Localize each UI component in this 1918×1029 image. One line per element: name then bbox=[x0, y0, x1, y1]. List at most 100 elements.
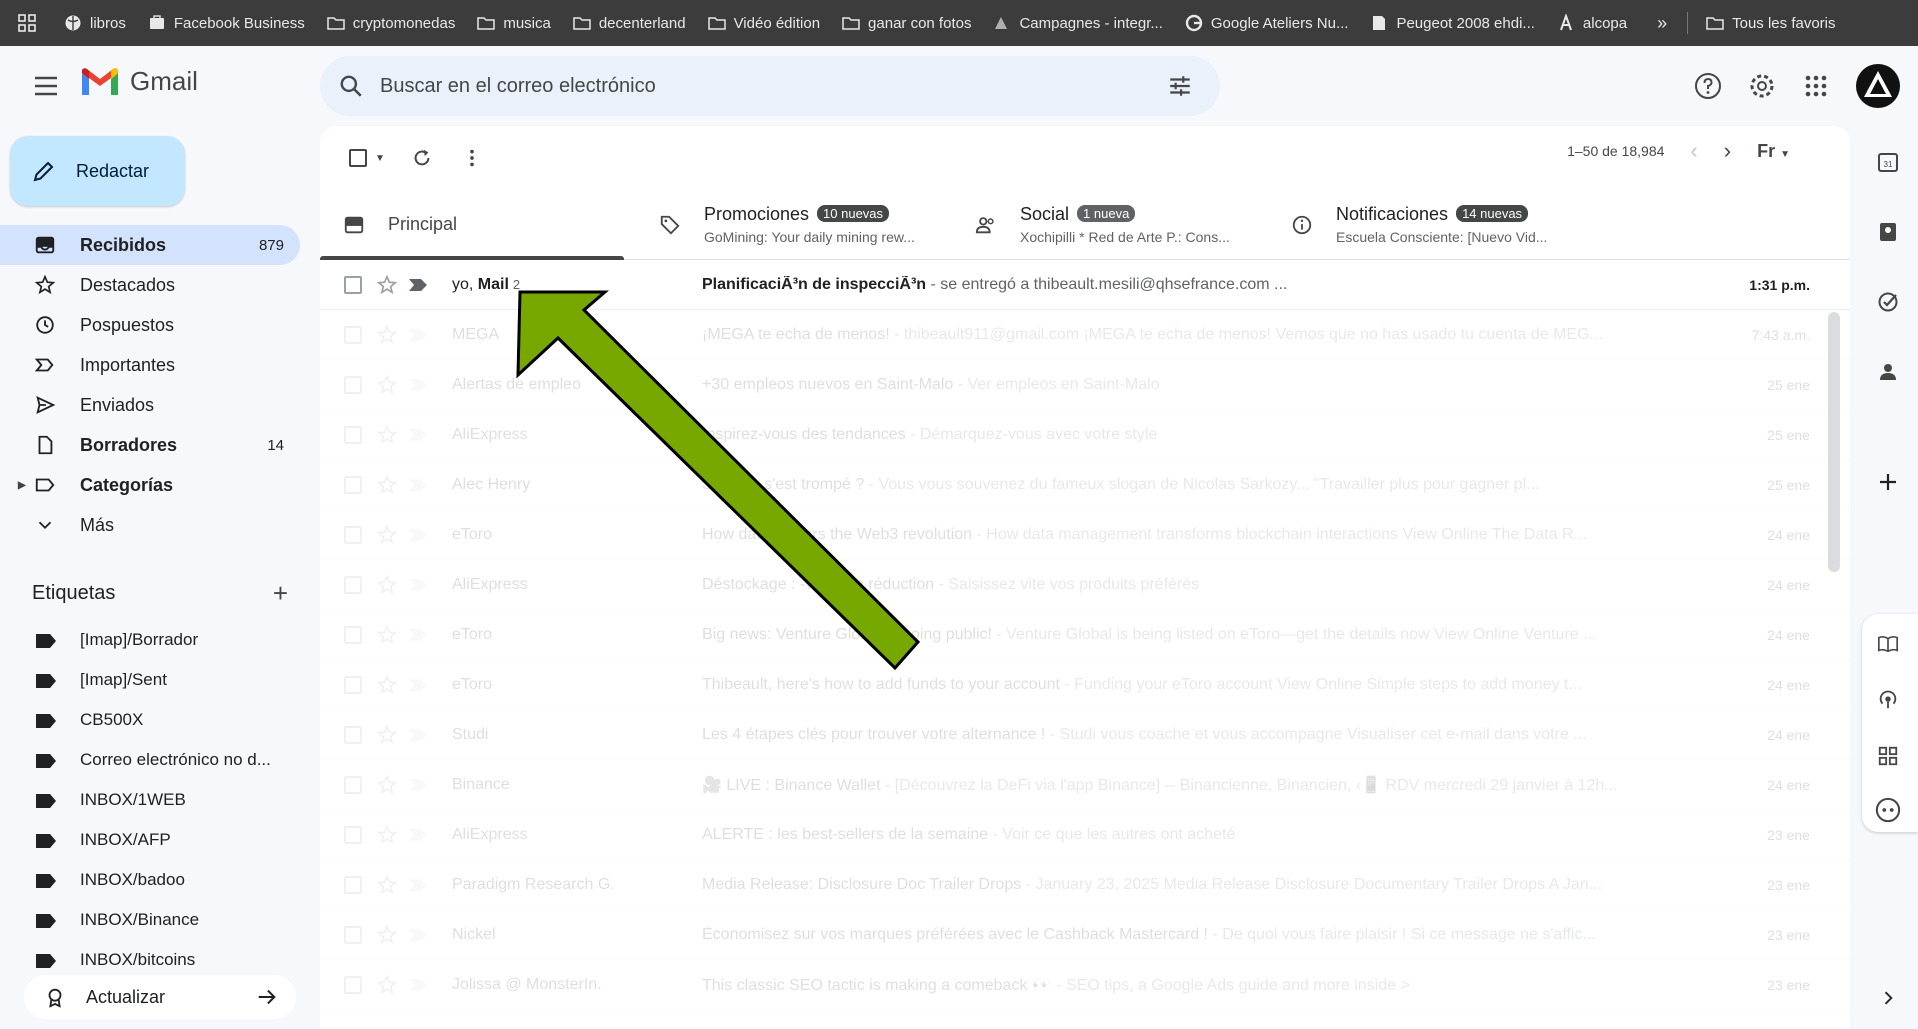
more-vert-icon[interactable] bbox=[452, 138, 492, 178]
bookmark-2[interactable]: cryptomonedas bbox=[327, 14, 455, 32]
google-apps-icon[interactable] bbox=[1800, 70, 1832, 102]
expand-caret-icon[interactable]: ▶ bbox=[18, 480, 26, 491]
label-item[interactable]: [Imap]/Sent bbox=[0, 660, 300, 700]
email-row[interactable]: Alertas de empleo +30 empleos nuevos en S… bbox=[320, 360, 1850, 410]
email-row[interactable]: Jolissa @ MonsterIn. This classic SEO tac… bbox=[320, 960, 1850, 1010]
tab-tag[interactable]: Promociones 10 nuevas GoMining: Your daily… bbox=[636, 190, 952, 259]
compose-button[interactable]: Redactar bbox=[10, 136, 185, 206]
label-item[interactable]: INBOX/bitcoins bbox=[0, 940, 300, 968]
book-icon[interactable] bbox=[1872, 628, 1904, 660]
bookmark-3[interactable]: musica bbox=[477, 14, 551, 32]
podcast-icon[interactable] bbox=[1872, 684, 1904, 716]
row-checkbox[interactable] bbox=[344, 425, 362, 444]
email-row[interactable]: Binance 🎥 LIVE : Binance Wallet - [Découv… bbox=[320, 760, 1850, 810]
row-checkbox[interactable] bbox=[344, 525, 362, 544]
tab-inbox[interactable]: Principal bbox=[320, 190, 636, 260]
row-checkbox[interactable] bbox=[344, 775, 362, 794]
email-row[interactable]: eToro Big news: Venture Global is going p… bbox=[320, 610, 1850, 660]
star-icon[interactable] bbox=[376, 774, 398, 796]
important-marker-icon[interactable] bbox=[408, 828, 428, 842]
bookmark-5[interactable]: Vidéo édition bbox=[707, 14, 820, 32]
email-row[interactable]: MEGA ¡MEGA te echa de menos! - thibeault9… bbox=[320, 310, 1850, 360]
bookmark-4[interactable]: decenterland bbox=[573, 14, 686, 32]
apps-grid-icon[interactable] bbox=[18, 14, 36, 32]
star-icon[interactable] bbox=[376, 724, 398, 746]
main-menu-button[interactable] bbox=[28, 74, 64, 98]
add-label-icon[interactable]: + bbox=[273, 578, 288, 609]
mail-list-scrollbar[interactable] bbox=[1828, 312, 1840, 572]
star-icon[interactable] bbox=[376, 424, 398, 446]
sidebar-item-1[interactable]: Destacados bbox=[0, 265, 300, 305]
email-row[interactable]: Paradigm Research G. Media Release: Discl… bbox=[320, 860, 1850, 910]
row-checkbox[interactable] bbox=[344, 975, 362, 994]
sidebar-item-2[interactable]: Pospuestos bbox=[0, 305, 300, 345]
star-icon[interactable] bbox=[376, 474, 398, 496]
settings-gear-icon[interactable] bbox=[1746, 70, 1778, 102]
star-icon[interactable] bbox=[376, 574, 398, 596]
row-checkbox[interactable] bbox=[344, 925, 362, 944]
label-item[interactable]: INBOX/Binance bbox=[0, 900, 300, 940]
sidebar-item-5[interactable]: Borradores 14 bbox=[0, 425, 300, 465]
gmail-logo[interactable]: Gmail bbox=[80, 66, 198, 97]
prev-page-icon[interactable]: ‹ bbox=[1690, 138, 1697, 164]
email-row[interactable]: AliExpress Inspirez-vous des tendances - … bbox=[320, 410, 1850, 460]
search-icon[interactable] bbox=[338, 73, 364, 99]
email-row[interactable]: yo, Mail 2 PlanificaciÃ³n de inspecciÃ³n -… bbox=[320, 260, 1850, 310]
sidebar-item-6[interactable]: ▶ Categorías bbox=[0, 465, 300, 505]
row-checkbox[interactable] bbox=[344, 375, 362, 394]
search-bar[interactable] bbox=[320, 56, 1220, 116]
tab-info[interactable]: Notificaciones 14 nuevas Escuela Conscient… bbox=[1268, 190, 1584, 259]
qr-code-icon[interactable] bbox=[1872, 740, 1904, 772]
row-checkbox[interactable] bbox=[344, 675, 362, 694]
important-marker-icon[interactable] bbox=[408, 378, 428, 392]
important-marker-icon[interactable] bbox=[408, 628, 428, 642]
important-marker-icon[interactable] bbox=[408, 278, 428, 292]
important-marker-icon[interactable] bbox=[408, 528, 428, 542]
row-checkbox[interactable] bbox=[344, 825, 362, 844]
bookmark-7[interactable]: Campagnes - integr... bbox=[993, 14, 1163, 32]
star-icon[interactable] bbox=[376, 624, 398, 646]
star-icon[interactable] bbox=[376, 874, 398, 896]
account-avatar[interactable] bbox=[1856, 64, 1900, 108]
assistant-face-icon[interactable] bbox=[1872, 794, 1904, 826]
row-checkbox[interactable] bbox=[344, 325, 362, 344]
label-item[interactable]: CB500X bbox=[0, 700, 300, 740]
email-row[interactable]: AliExpress ALERTE : les best-sellers de l… bbox=[320, 810, 1850, 860]
select-all-checkbox[interactable]: ▼ bbox=[342, 138, 392, 178]
bookmark-6[interactable]: ganar con fotos bbox=[842, 14, 971, 32]
input-tools-button[interactable]: Fr ▼ bbox=[1757, 141, 1790, 162]
row-checkbox[interactable] bbox=[344, 725, 362, 744]
email-row[interactable]: eToro How data powers the Web3 revolution… bbox=[320, 510, 1850, 560]
star-icon[interactable] bbox=[376, 674, 398, 696]
email-row[interactable]: Nickel Économisez sur vos marques préféré… bbox=[320, 910, 1850, 960]
bookmarks-overflow-button[interactable]: » bbox=[1657, 13, 1667, 34]
tasks-icon[interactable] bbox=[1872, 286, 1904, 318]
get-addons-icon[interactable] bbox=[1872, 466, 1904, 498]
sidebar-item-3[interactable]: Importantes bbox=[0, 345, 300, 385]
star-icon[interactable] bbox=[376, 924, 398, 946]
search-input[interactable] bbox=[380, 74, 1160, 98]
star-icon[interactable] bbox=[376, 824, 398, 846]
email-row[interactable]: AliExpress Déstockage : -75 % de réductio… bbox=[320, 560, 1850, 610]
sidebar-item-7[interactable]: Más bbox=[0, 505, 300, 545]
bookmark-10[interactable]: alcopa bbox=[1557, 14, 1627, 32]
tab-people[interactable]: Social 1 nueva Xochipilli * Red de Arte P.… bbox=[952, 190, 1268, 259]
bookmark-0[interactable]: libros bbox=[64, 14, 126, 32]
important-marker-icon[interactable] bbox=[408, 978, 428, 992]
important-marker-icon[interactable] bbox=[408, 778, 428, 792]
sidebar-item-0[interactable]: Recibidos 879 bbox=[0, 225, 300, 265]
important-marker-icon[interactable] bbox=[408, 928, 428, 942]
important-marker-icon[interactable] bbox=[408, 728, 428, 742]
refresh-icon[interactable] bbox=[402, 138, 442, 178]
star-icon[interactable] bbox=[376, 974, 398, 996]
important-marker-icon[interactable] bbox=[408, 328, 428, 342]
next-page-icon[interactable]: › bbox=[1724, 138, 1731, 164]
label-item[interactable]: INBOX/1WEB bbox=[0, 780, 300, 820]
important-marker-icon[interactable] bbox=[408, 678, 428, 692]
star-icon[interactable] bbox=[376, 524, 398, 546]
row-checkbox[interactable] bbox=[344, 275, 362, 294]
keep-icon[interactable] bbox=[1872, 216, 1904, 248]
bookmark-9[interactable]: Peugeot 2008 ehdi... bbox=[1370, 14, 1535, 32]
row-checkbox[interactable] bbox=[344, 575, 362, 594]
email-row[interactable]: eToro Thibeault, here's how to add funds … bbox=[320, 660, 1850, 710]
